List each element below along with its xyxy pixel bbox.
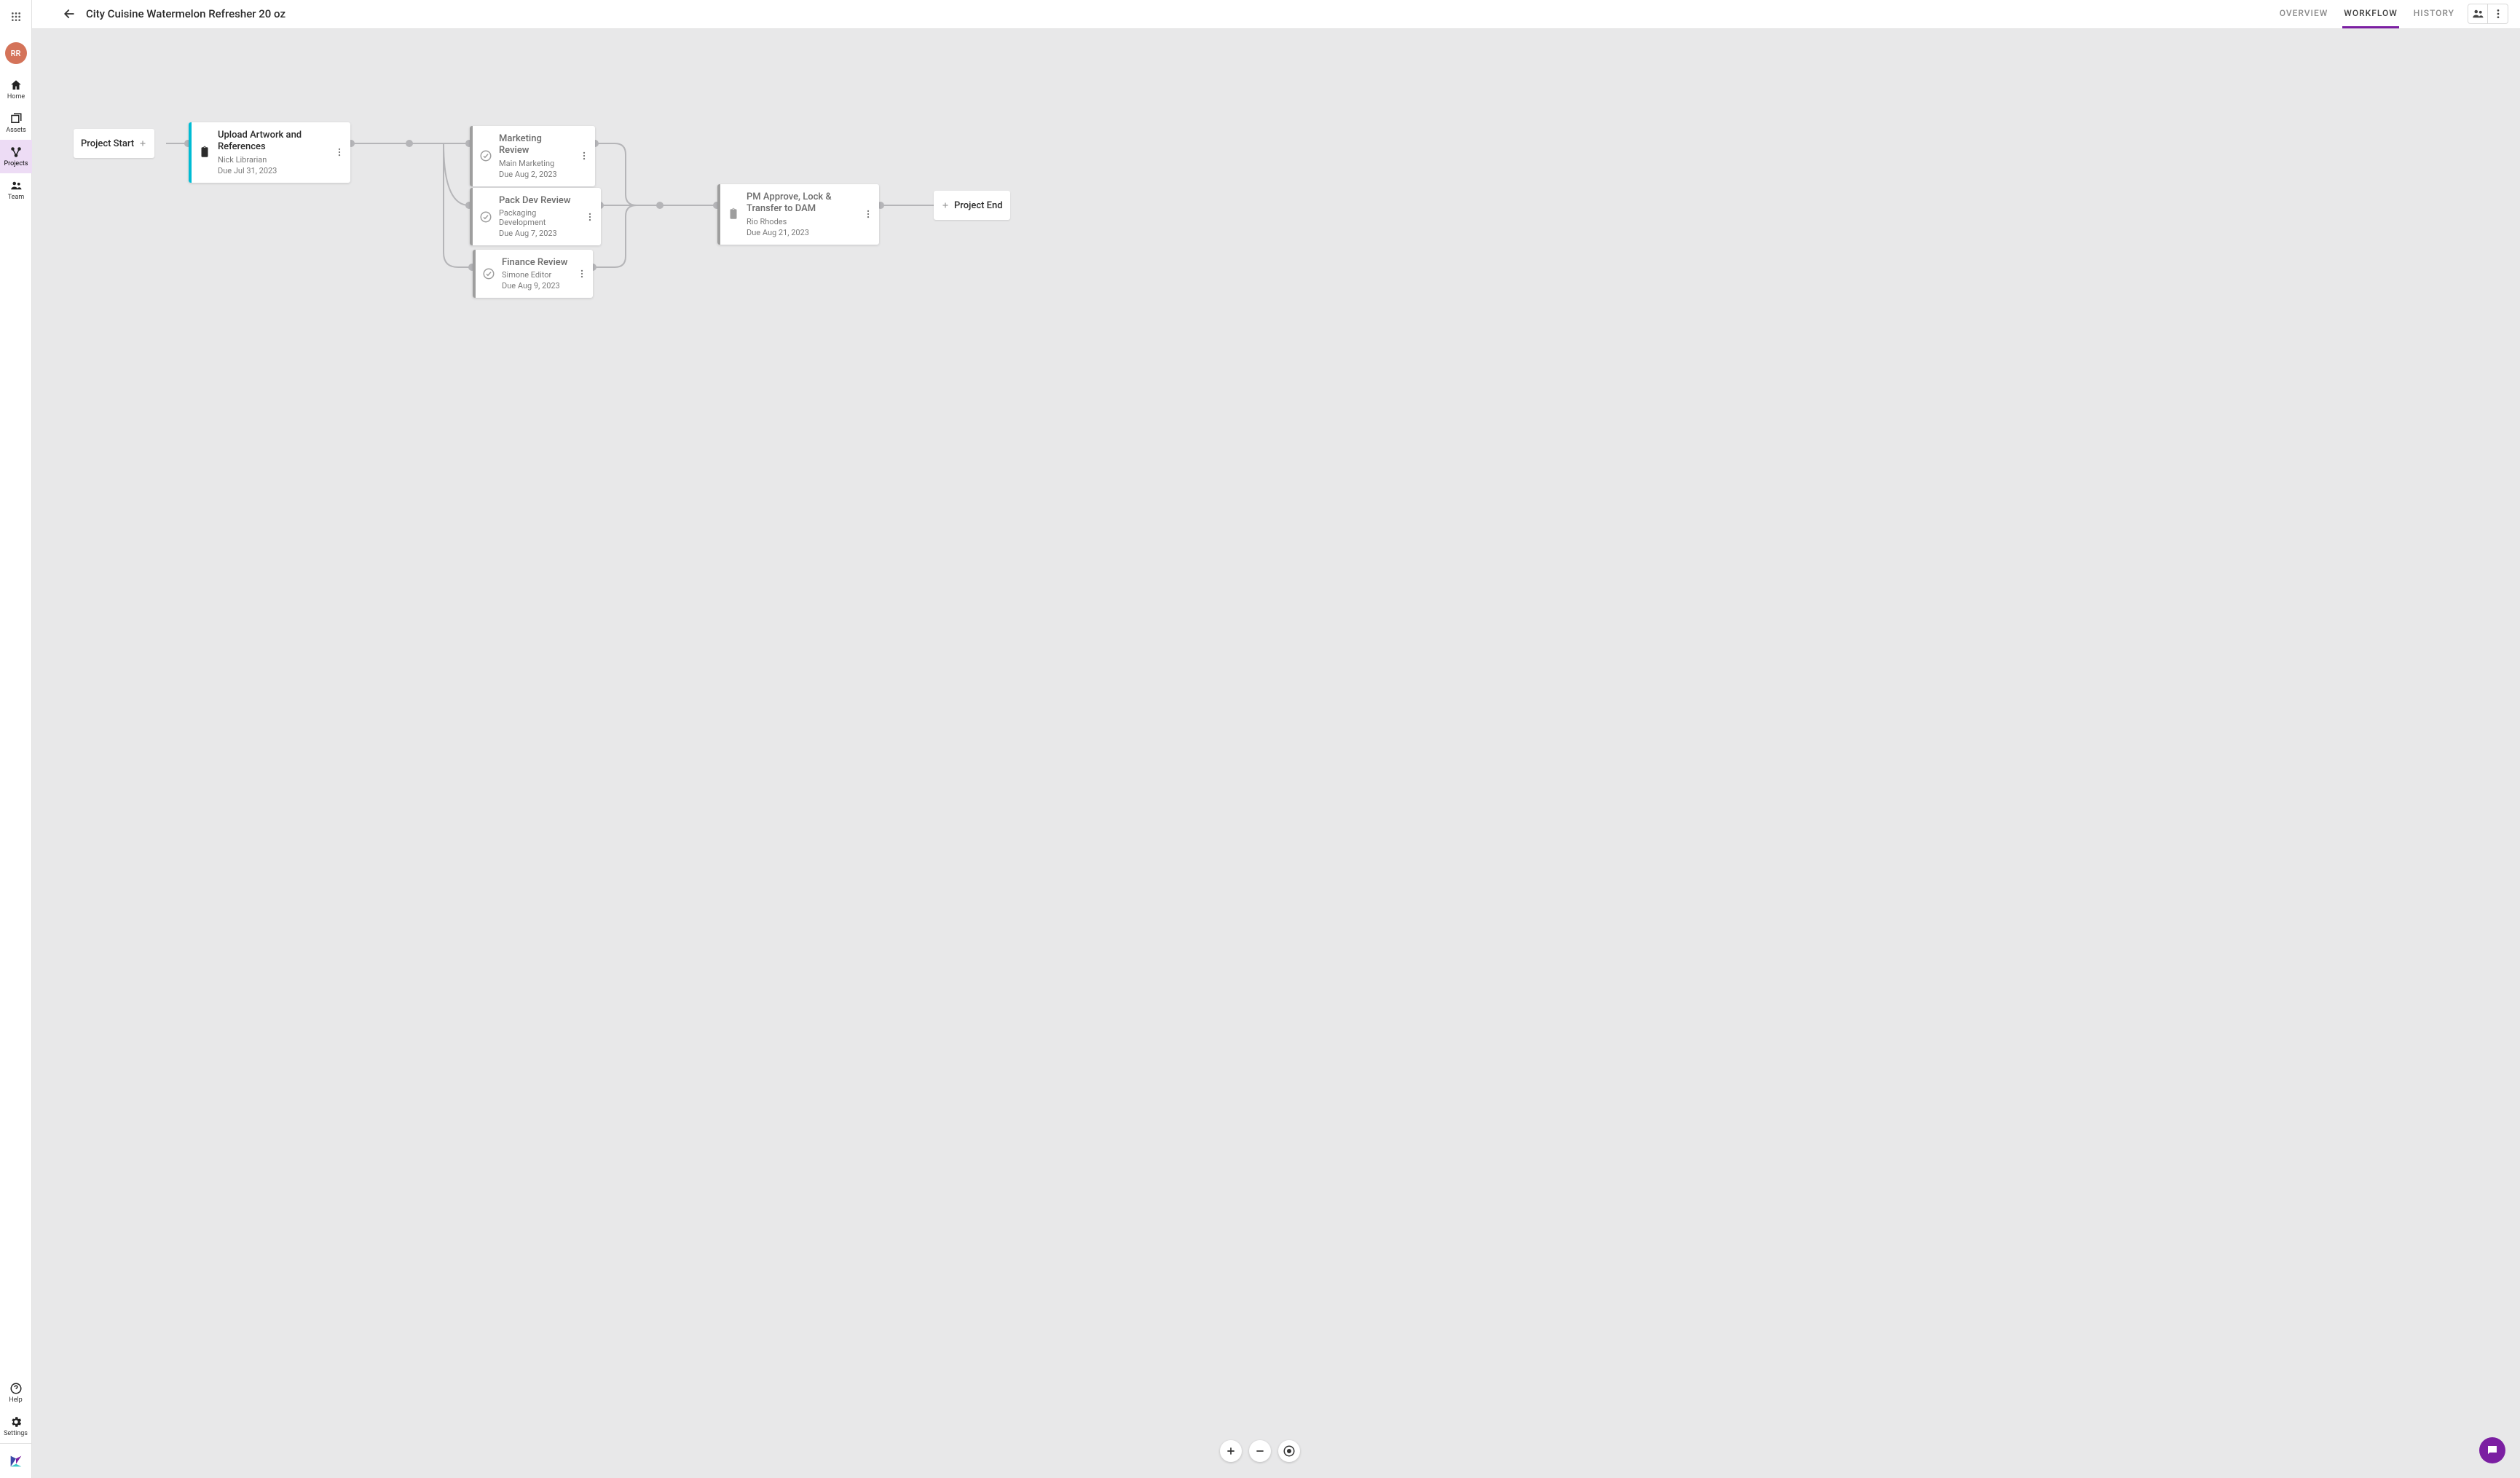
brand-logo xyxy=(0,1443,32,1478)
end-label: Project End xyxy=(954,200,1003,211)
more-vertical-icon xyxy=(585,212,595,222)
node-assignee: Rio Rhodes xyxy=(747,217,857,226)
node-title: Upload Artwork and References xyxy=(218,130,328,154)
zoom-in-button[interactable] xyxy=(1220,1440,1242,1462)
add-after-start-icon[interactable] xyxy=(138,137,147,151)
sidebar-item-label: Settings xyxy=(4,1430,28,1437)
apps-menu-button[interactable] xyxy=(0,0,32,33)
start-label: Project Start xyxy=(81,138,134,149)
zoom-controls xyxy=(1220,1440,1300,1462)
zoom-out-button[interactable] xyxy=(1249,1440,1271,1462)
workflow-end-node[interactable]: Project End xyxy=(934,191,1010,220)
workflow-node-upload[interactable]: Upload Artwork and References Nick Libra… xyxy=(189,122,350,183)
node-accent xyxy=(189,122,192,183)
node-menu-button[interactable] xyxy=(862,184,875,245)
page-title: City Cuisine Watermelon Refresher 20 oz xyxy=(86,7,286,20)
node-title: Pack Dev Review xyxy=(499,195,579,207)
home-icon xyxy=(9,79,23,92)
zoom-fit-button[interactable] xyxy=(1278,1440,1300,1462)
logo-icon xyxy=(8,1453,24,1469)
node-due: Due Aug 21, 2023 xyxy=(747,228,857,237)
node-accent xyxy=(473,250,476,298)
more-vertical-icon xyxy=(863,209,873,219)
sidebar-item-team[interactable]: Team xyxy=(0,173,32,207)
chat-fab[interactable] xyxy=(2479,1437,2505,1463)
sidebar-item-settings[interactable]: Settings xyxy=(0,1410,32,1443)
back-button[interactable] xyxy=(57,1,82,26)
node-title: Finance Review xyxy=(502,257,571,269)
node-menu-button[interactable] xyxy=(575,250,588,298)
tab-overview[interactable]: OVERVIEW xyxy=(2278,0,2330,28)
task-icon xyxy=(725,184,742,245)
arrow-left-icon xyxy=(62,7,76,21)
sidebar-nav: Home Assets Projects Team xyxy=(0,73,31,207)
share-button[interactable] xyxy=(2468,4,2488,24)
add-before-end-icon[interactable] xyxy=(941,199,950,213)
workflow-node-marketing[interactable]: Marketing Review Main Marketing Due Aug … xyxy=(470,126,595,186)
node-title: PM Approve, Lock & Transfer to DAM xyxy=(747,191,857,216)
more-vertical-icon xyxy=(2492,8,2504,20)
review-icon xyxy=(477,188,495,245)
review-icon xyxy=(480,250,497,298)
sidebar-item-label: Projects xyxy=(4,160,28,167)
assets-icon xyxy=(9,112,23,125)
sidebar-item-home[interactable]: Home xyxy=(0,73,32,106)
node-assignee: Simone Editor xyxy=(502,270,571,280)
minus-icon xyxy=(1254,1445,1266,1457)
node-accent xyxy=(470,188,473,245)
people-icon xyxy=(2471,7,2484,20)
node-accent xyxy=(470,126,473,186)
workflow-node-pm[interactable]: PM Approve, Lock & Transfer to DAM Rio R… xyxy=(717,184,879,245)
node-assignee: Nick Librarian xyxy=(218,155,328,165)
chat-icon xyxy=(2486,1444,2499,1457)
workflow-node-packdev[interactable]: Pack Dev Review Packaging Development Du… xyxy=(470,188,601,245)
node-due: Due Jul 31, 2023 xyxy=(218,166,328,175)
node-due: Due Aug 2, 2023 xyxy=(499,170,573,179)
more-vertical-icon xyxy=(577,269,587,279)
workflow-start-node[interactable]: Project Start xyxy=(74,129,154,158)
apps-icon xyxy=(10,11,22,23)
review-icon xyxy=(477,126,495,186)
sidebar-item-label: Assets xyxy=(6,127,26,134)
workflow-node-finance[interactable]: Finance Review Simone Editor Due Aug 9, … xyxy=(473,250,593,298)
task-icon xyxy=(196,122,213,183)
node-title: Marketing Review xyxy=(499,133,573,157)
tab-workflow[interactable]: WORKFLOW xyxy=(2342,0,2399,28)
workflow-canvas[interactable]: Project Start Upload Artwork and Referen… xyxy=(32,29,2520,1478)
node-assignee: Main Marketing xyxy=(499,159,573,168)
header-action-group xyxy=(2468,4,2508,24)
help-icon xyxy=(9,1382,23,1395)
node-accent xyxy=(717,184,720,245)
node-due: Due Aug 7, 2023 xyxy=(499,229,579,238)
sidebar-item-assets[interactable]: Assets xyxy=(0,106,32,140)
sidebar-item-projects[interactable]: Projects xyxy=(0,140,32,173)
sidebar-item-label: Help xyxy=(9,1396,22,1404)
more-button[interactable] xyxy=(2488,4,2508,24)
sidebar-item-help[interactable]: Help xyxy=(0,1376,32,1410)
more-vertical-icon xyxy=(334,147,344,157)
node-due: Due Aug 9, 2023 xyxy=(502,281,571,291)
header: City Cuisine Watermelon Refresher 20 oz … xyxy=(32,0,2520,29)
user-avatar[interactable]: RR xyxy=(5,42,27,64)
node-menu-button[interactable] xyxy=(583,188,596,245)
sidebar-item-label: Team xyxy=(8,194,25,201)
target-icon xyxy=(1283,1445,1296,1458)
header-tabs: OVERVIEW WORKFLOW HISTORY xyxy=(2278,0,2456,28)
tab-history[interactable]: HISTORY xyxy=(2412,0,2456,28)
settings-icon xyxy=(9,1415,23,1428)
team-icon xyxy=(9,179,23,192)
plus-icon xyxy=(1225,1445,1237,1457)
sidebar: RR Home Assets Projects Team Help Settin… xyxy=(0,0,32,1478)
node-menu-button[interactable] xyxy=(333,122,346,183)
sidebar-item-label: Home xyxy=(7,93,25,100)
node-assignee: Packaging Development xyxy=(499,208,579,227)
projects-icon xyxy=(9,146,23,159)
more-vertical-icon xyxy=(579,151,589,161)
connector-layer xyxy=(32,29,2520,1478)
node-menu-button[interactable] xyxy=(578,126,591,186)
